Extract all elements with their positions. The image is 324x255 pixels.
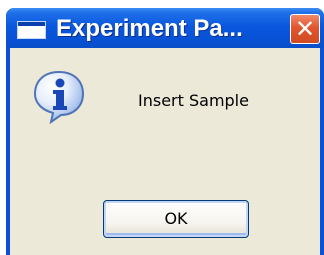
dialog-message: Insert Sample	[138, 91, 249, 110]
window-icon	[17, 21, 46, 39]
information-icon	[33, 70, 85, 124]
close-button[interactable]: ✕	[290, 14, 320, 44]
window-title: Experiment Pa...	[56, 15, 243, 42]
dialog-body: Insert Sample OK	[10, 48, 320, 255]
ok-button[interactable]: OK	[103, 200, 249, 238]
dialog-window: Experiment Pa... ✕ Insert Sample OK	[6, 8, 324, 255]
close-icon: ✕	[294, 15, 316, 43]
title-bar[interactable]: Experiment Pa... ✕	[6, 8, 324, 48]
